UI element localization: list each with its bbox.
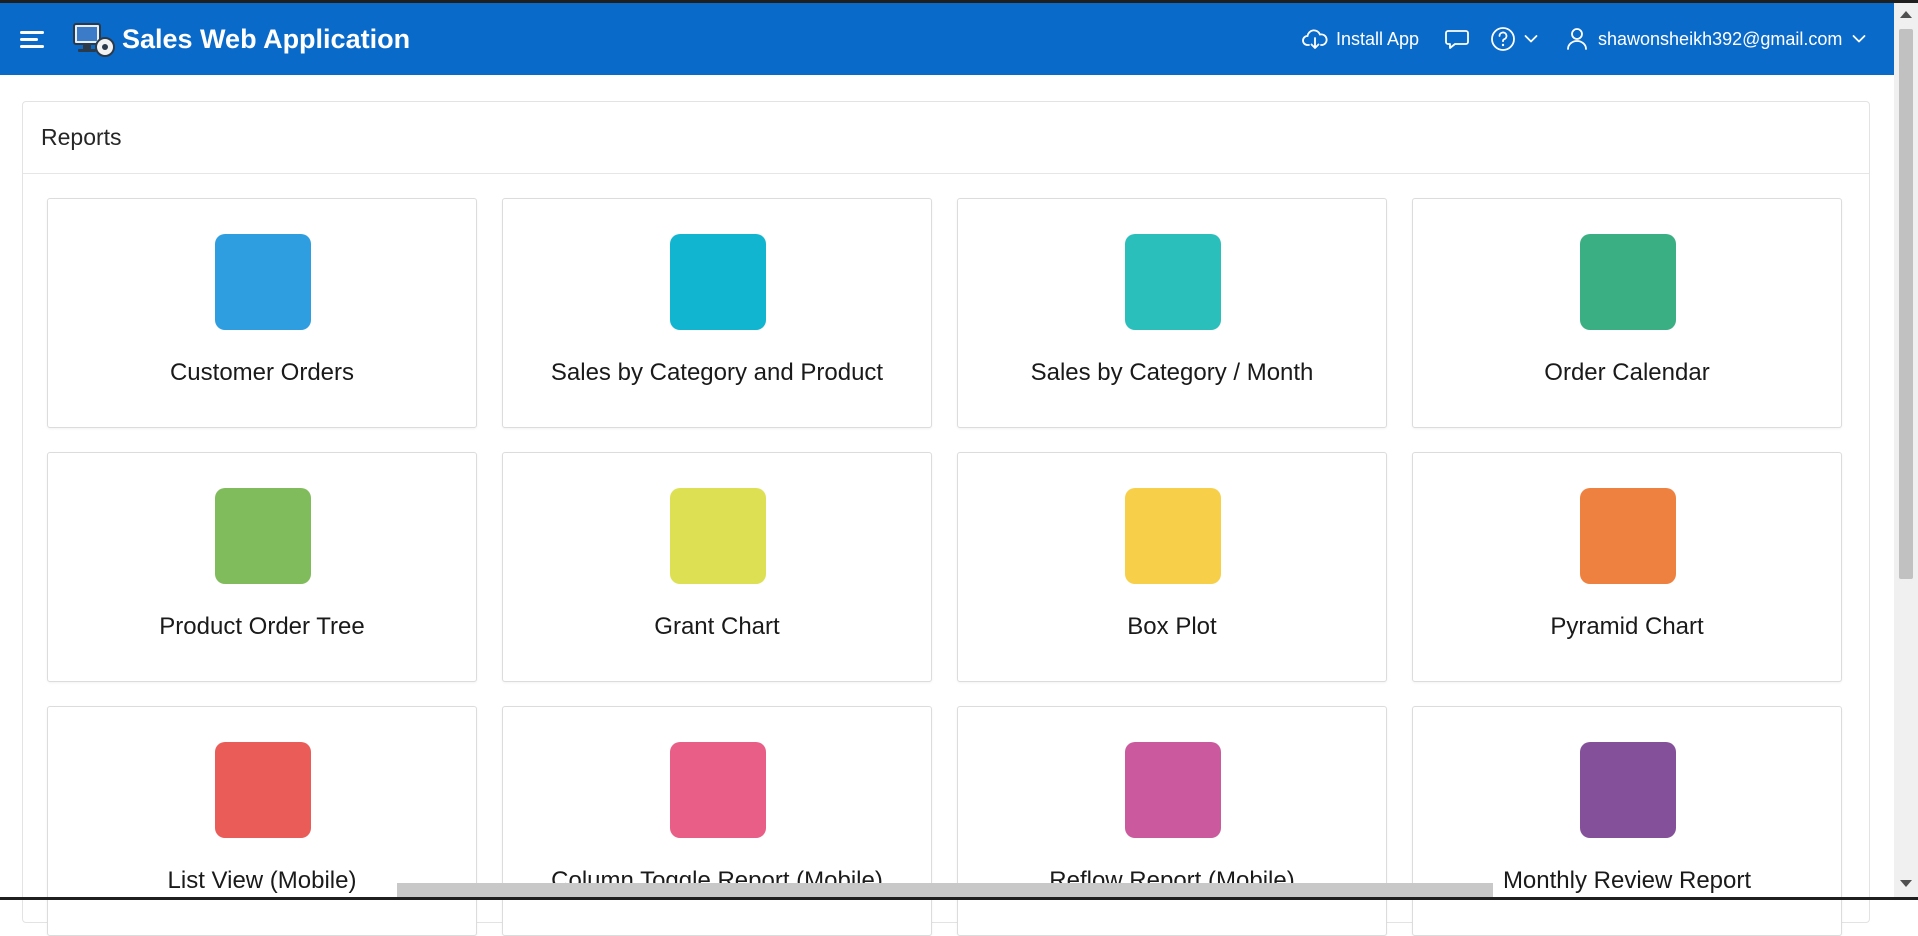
report-tile-icon bbox=[1580, 488, 1676, 584]
report-tile-icon bbox=[1125, 742, 1221, 838]
report-tile-icon bbox=[1125, 234, 1221, 330]
user-icon bbox=[1567, 28, 1587, 50]
report-card[interactable]: Sales by Category / Month bbox=[957, 198, 1387, 428]
report-card[interactable]: Order Calendar bbox=[1412, 198, 1842, 428]
report-tile-icon bbox=[1125, 488, 1221, 584]
report-tile-icon bbox=[1580, 742, 1676, 838]
help-menu-button[interactable] bbox=[1490, 3, 1538, 75]
vertical-scrollbar-thumb[interactable] bbox=[1899, 29, 1913, 579]
report-card-label: Product Order Tree bbox=[159, 613, 365, 640]
report-card-label: Customer Orders bbox=[169, 359, 355, 386]
horizontal-scrollbar-thumb[interactable] bbox=[397, 883, 1493, 897]
feedback-button[interactable] bbox=[1444, 3, 1470, 75]
user-menu-button[interactable]: shawonsheikh392@gmail.com bbox=[1566, 3, 1866, 75]
cloud-download-icon bbox=[1302, 29, 1328, 49]
top-navigation-bar: Sales Web Application Install App shawon… bbox=[0, 3, 1894, 75]
report-card-label: Sales by Category and Product bbox=[550, 359, 884, 386]
report-card[interactable]: Reflow Report (Mobile) bbox=[957, 706, 1387, 936]
report-card[interactable]: Grant Chart bbox=[502, 452, 932, 682]
report-card-label: Box Plot bbox=[1127, 613, 1217, 640]
region-title: Reports bbox=[23, 102, 1869, 174]
report-card[interactable]: Box Plot bbox=[957, 452, 1387, 682]
report-tile-icon bbox=[670, 234, 766, 330]
report-tile-icon bbox=[215, 234, 311, 330]
report-tile-icon bbox=[215, 742, 311, 838]
report-card[interactable]: Customer Orders bbox=[47, 198, 477, 428]
question-circle-icon bbox=[1491, 27, 1515, 51]
install-app-button[interactable]: Install App bbox=[1302, 3, 1419, 75]
report-card-label: Sales by Category / Month bbox=[1030, 359, 1314, 386]
report-tile-icon bbox=[670, 488, 766, 584]
report-card-label: Pyramid Chart bbox=[1550, 613, 1704, 640]
scroll-down-arrow-icon[interactable] bbox=[1900, 880, 1912, 887]
report-card[interactable]: List View (Mobile) bbox=[47, 706, 477, 936]
report-card-label: Order Calendar bbox=[1544, 359, 1710, 386]
hamburger-menu-icon[interactable] bbox=[20, 29, 46, 49]
report-tile-icon bbox=[670, 742, 766, 838]
user-email: shawonsheikh392@gmail.com bbox=[1598, 28, 1843, 49]
report-card[interactable]: Column Toggle Report (Mobile) bbox=[502, 706, 932, 936]
report-tile-icon bbox=[215, 488, 311, 584]
report-card[interactable]: Product Order Tree bbox=[47, 452, 477, 682]
computer-logo-icon bbox=[73, 23, 115, 57]
report-tile-icon bbox=[1580, 234, 1676, 330]
report-card[interactable]: Sales by Category and Product bbox=[502, 198, 932, 428]
chevron-down-icon bbox=[1853, 35, 1866, 43]
reports-region: Reports Customer Orders Sales by Categor… bbox=[22, 101, 1870, 936]
chat-bubble-icon bbox=[1445, 30, 1469, 49]
install-app-label: Install App bbox=[1336, 28, 1420, 49]
scroll-up-arrow-icon[interactable] bbox=[1900, 11, 1912, 18]
report-card[interactable]: Pyramid Chart bbox=[1412, 452, 1842, 682]
vertical-scrollbar[interactable] bbox=[1894, 3, 1918, 897]
chevron-down-icon bbox=[1524, 35, 1538, 43]
report-card-label: Grant Chart bbox=[654, 613, 780, 640]
report-card[interactable]: Monthly Review Report bbox=[1412, 706, 1842, 936]
app-title[interactable]: Sales Web Application bbox=[122, 24, 410, 55]
